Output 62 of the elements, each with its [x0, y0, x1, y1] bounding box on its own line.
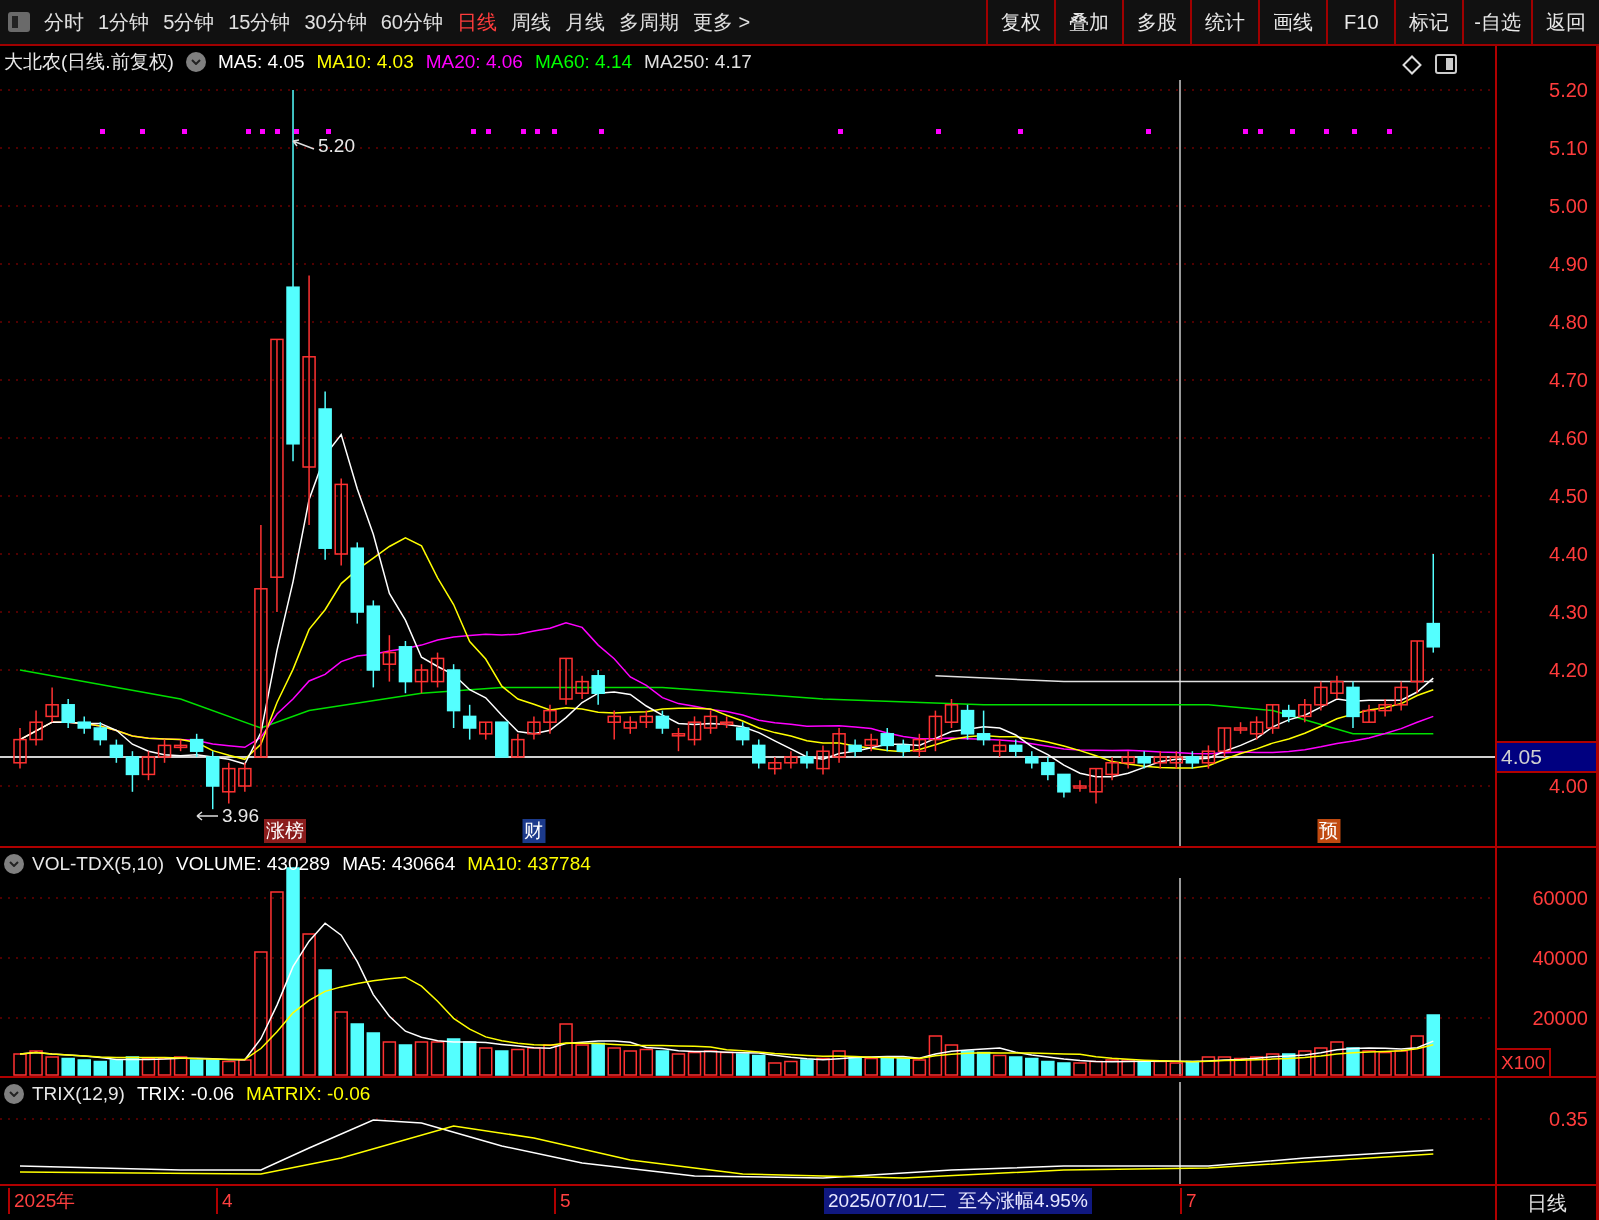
toolbar-button[interactable]: 返回 — [1531, 0, 1599, 44]
price-axis-label: 4.50 — [1549, 484, 1588, 508]
volume-axis-label: 20000 — [1532, 1006, 1588, 1030]
period-tab[interactable]: 分时 — [44, 7, 84, 37]
price-axis-label: 4.30 — [1549, 600, 1588, 624]
volume-axis-label: 40000 — [1532, 946, 1588, 970]
unit-label: X100 — [1497, 1048, 1552, 1076]
price-axis-label: 4.80 — [1549, 310, 1588, 334]
period-tab[interactable]: 5分钟 — [163, 7, 215, 37]
price-axis-label: 4.60 — [1549, 426, 1588, 450]
indicator-title: VOL-TDX(5,10) — [32, 851, 164, 876]
price-axis-label: 5.20 — [1549, 78, 1588, 102]
event-marker[interactable]: 涨榜 — [264, 819, 306, 843]
indicator-title: 大北农(日线.前复权) — [4, 49, 174, 74]
period-tab[interactable]: 月线 — [565, 7, 605, 37]
period-tab[interactable]: 1分钟 — [98, 7, 150, 37]
event-marker[interactable]: 财 — [522, 819, 546, 843]
toolbar-button[interactable]: 叠加 — [1054, 0, 1123, 44]
period-tab[interactable]: 30分钟 — [304, 7, 367, 37]
toolbar-button[interactable]: 画线 — [1258, 0, 1327, 44]
indicator-value: MA10: 437784 — [467, 851, 591, 876]
indicator-value: VOLUME: 430289 — [176, 851, 331, 876]
volume-axis-label: 60000 — [1532, 886, 1588, 910]
toolbar-button[interactable]: 标记 — [1394, 0, 1463, 44]
high-price-label: 5.20 — [318, 134, 355, 158]
trix-axis-label: 0.35 — [1549, 1107, 1588, 1131]
date-axis-label: 4 — [216, 1188, 233, 1214]
indicator-value: MA250: 4.17 — [644, 49, 752, 74]
indicator-value: MA60: 4.14 — [534, 49, 633, 74]
period-label: 日线 — [1526, 1191, 1567, 1216]
price-axis-label: 4.40 — [1549, 542, 1588, 566]
price-axis-label: 5.00 — [1549, 194, 1588, 218]
indicator-value: MATRIX: -0.06 — [246, 1081, 371, 1106]
current-price-label: 4.05 — [1497, 741, 1596, 773]
event-marker[interactable]: 预 — [1317, 819, 1341, 843]
price-axis-label: 4.20 — [1549, 658, 1588, 682]
toolbar-button[interactable]: 复权 — [986, 0, 1055, 44]
price-axis-label: 4.00 — [1549, 774, 1588, 798]
date-axis-label: 7 — [1180, 1188, 1197, 1214]
price-axis-label: 4.90 — [1549, 252, 1588, 276]
period-tab[interactable]: 更多 > — [693, 7, 751, 37]
indicator-value: MA5: 4.05 — [217, 49, 305, 74]
date-axis-label: 2025年 — [8, 1188, 76, 1214]
toolbar-button[interactable]: -自选 — [1462, 0, 1531, 44]
period-tab[interactable]: 多周期 — [619, 7, 679, 37]
cursor-date-info: 2025/07/01/二 至今涨幅4.95% — [824, 1188, 1092, 1214]
date-axis-label: 5 — [554, 1188, 571, 1214]
price-axis-label: 5.10 — [1549, 136, 1588, 160]
indicator-title: TRIX(12,9) — [32, 1081, 125, 1106]
indicator-value: TRIX: -0.06 — [136, 1081, 235, 1106]
toolbar-button[interactable]: F10 — [1326, 0, 1395, 44]
low-price-label: 3.96 — [222, 804, 259, 828]
toolbar-button[interactable]: 多股 — [1122, 0, 1191, 44]
period-tab[interactable]: 15分钟 — [228, 7, 291, 37]
period-tab[interactable]: 60分钟 — [380, 7, 443, 37]
toolbar-button[interactable]: 统计 — [1190, 0, 1259, 44]
indicator-value: MA20: 4.06 — [425, 49, 523, 74]
period-tab[interactable]: 日线 — [457, 7, 497, 37]
price-axis-label: 4.70 — [1549, 368, 1588, 392]
period-tab[interactable]: 周线 — [511, 7, 551, 37]
indicator-value: MA10: 4.03 — [316, 49, 414, 74]
indicator-value: MA5: 430664 — [342, 851, 456, 876]
